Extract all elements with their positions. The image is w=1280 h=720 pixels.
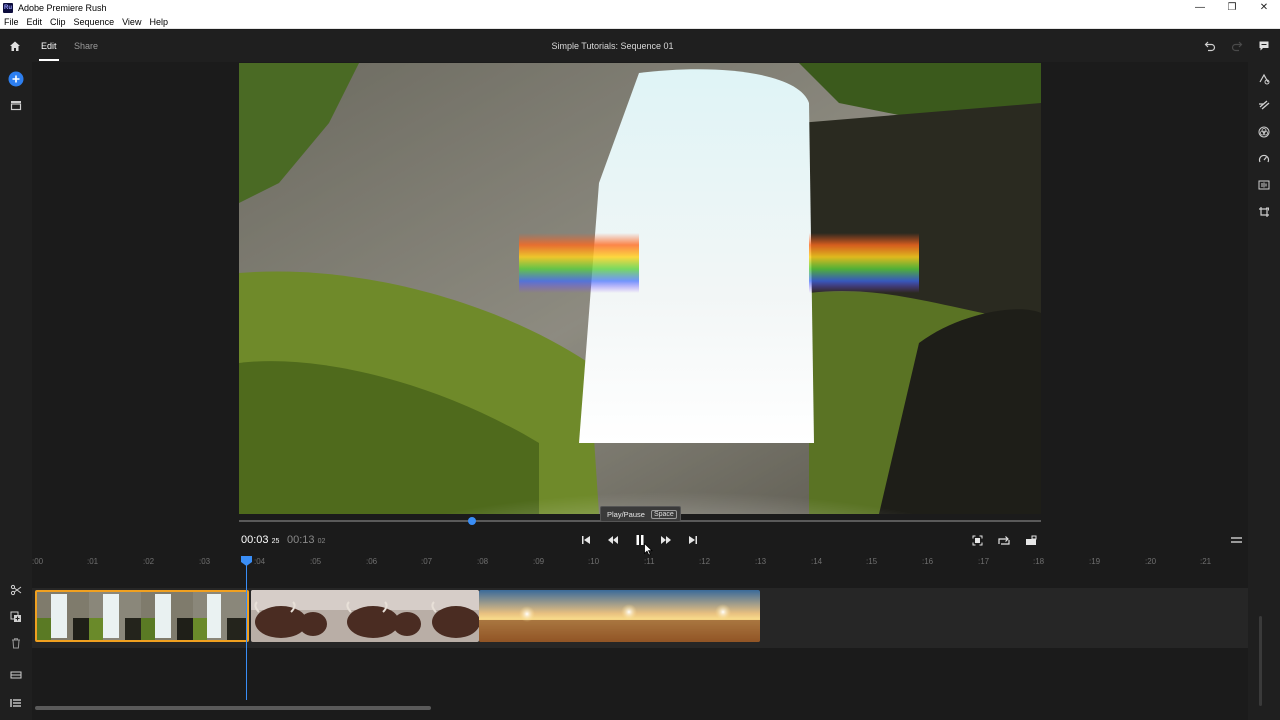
playhead-line xyxy=(246,563,247,700)
ruler-tick: :13 xyxy=(755,557,767,566)
tooltip-shortcut: Space xyxy=(650,509,677,519)
transform-icon[interactable] xyxy=(1255,203,1273,221)
redo-icon[interactable] xyxy=(1228,37,1246,55)
ruler-tick: :15 xyxy=(866,557,878,566)
app-logo-icon: Ru xyxy=(3,2,13,13)
ruler-tick: :11 xyxy=(644,557,655,566)
ruler-tick: :14 xyxy=(811,557,823,566)
add-media-icon[interactable] xyxy=(7,70,25,88)
project-panel-icon[interactable] xyxy=(7,96,25,114)
ruler-tick: :20 xyxy=(1145,557,1157,566)
skip-to-start-icon[interactable] xyxy=(578,532,594,548)
duration-value: 00:13 xyxy=(287,534,315,546)
ruler-tick: :02 xyxy=(143,557,155,566)
ruler-tick: :21 xyxy=(1200,557,1212,566)
sequence-title: Simple Tutorials: Sequence 01 xyxy=(551,41,674,51)
menu-clip[interactable]: Clip xyxy=(46,17,70,27)
current-time-value: 00:03 xyxy=(241,534,269,546)
clip-sunrise-clouds[interactable] xyxy=(479,590,760,642)
scrubber-handle[interactable] xyxy=(467,517,476,525)
fit-icon[interactable] xyxy=(969,532,985,548)
transitions-icon[interactable] xyxy=(1255,96,1273,114)
split-icon[interactable] xyxy=(7,581,25,599)
menu-sequence[interactable]: Sequence xyxy=(70,17,119,27)
left-toolbar xyxy=(0,62,32,720)
ruler-tick: :19 xyxy=(1089,557,1101,566)
app-topbar: Edit Share Simple Tutorials: Sequence 01 xyxy=(0,30,1280,62)
delete-icon[interactable] xyxy=(7,634,25,652)
rewind-icon[interactable] xyxy=(605,532,621,548)
ruler-tick: :06 xyxy=(366,557,378,566)
ruler-tick: :08 xyxy=(477,557,489,566)
ruler-tick: :01 xyxy=(87,557,99,566)
tooltip-label: Play/Pause xyxy=(607,509,645,519)
duration-frames: 02 xyxy=(317,538,326,545)
track-options-icon[interactable] xyxy=(7,666,25,684)
undo-icon[interactable] xyxy=(1201,37,1219,55)
ruler-tick: :00 xyxy=(32,557,44,566)
ruler-tick: :03 xyxy=(199,557,211,566)
menu-edit[interactable]: Edit xyxy=(23,17,47,27)
menu-view[interactable]: View xyxy=(118,17,145,27)
duration-time: 00:13 02 xyxy=(287,534,325,546)
play-pause-tooltip: Play/Pause Space xyxy=(600,506,681,522)
speed-icon[interactable] xyxy=(1255,150,1273,168)
right-toolbar xyxy=(1248,62,1280,720)
current-time-frames: 25 xyxy=(271,538,280,545)
aspect-icon[interactable] xyxy=(1023,532,1039,548)
timeline-ruler[interactable]: :00 :01 :02 :03 :04 :05 :06 :07 :08 :09 … xyxy=(32,553,1248,573)
duplicate-icon[interactable] xyxy=(7,608,25,626)
window-title: Adobe Premiere Rush xyxy=(18,2,107,13)
skip-to-end-icon[interactable] xyxy=(685,532,701,548)
titles-icon[interactable] xyxy=(1255,70,1273,88)
rotate-icon[interactable] xyxy=(996,532,1012,548)
restore-icon[interactable]: ❐ xyxy=(1216,0,1248,15)
menu-bar: File Edit Clip Sequence View Help xyxy=(0,15,1280,29)
fast-forward-icon[interactable] xyxy=(658,532,674,548)
window-titlebar: Ru Adobe Premiere Rush — ❐ ✕ xyxy=(0,0,1280,15)
ruler-tick: :04 xyxy=(254,557,266,566)
current-time: 00:03 25 xyxy=(241,534,279,546)
track-list-icon[interactable] xyxy=(7,694,25,712)
timeline-horizontal-scrollbar[interactable] xyxy=(35,706,431,710)
ruler-tick: :17 xyxy=(978,557,990,566)
ruler-tick: :07 xyxy=(421,557,433,566)
menu-help[interactable]: Help xyxy=(145,17,172,27)
ruler-tick: :09 xyxy=(533,557,545,566)
timeline-vertical-scrollbar[interactable] xyxy=(1259,616,1262,706)
menu-file[interactable]: File xyxy=(0,17,23,27)
clip-waterfall[interactable] xyxy=(35,590,249,642)
color-icon[interactable] xyxy=(1255,123,1273,141)
minimize-icon[interactable]: — xyxy=(1184,0,1216,15)
comment-icon[interactable] xyxy=(1255,37,1273,55)
ruler-tick: :12 xyxy=(699,557,711,566)
ruler-tick: :16 xyxy=(922,557,934,566)
clip-highland-cattle[interactable] xyxy=(251,590,479,642)
ruler-tick: :18 xyxy=(1033,557,1045,566)
hamburger-icon[interactable] xyxy=(1228,532,1244,548)
video-preview[interactable] xyxy=(239,63,1041,514)
audio-icon[interactable] xyxy=(1255,176,1273,194)
close-icon[interactable]: ✕ xyxy=(1248,0,1280,15)
ruler-tick: :10 xyxy=(588,557,600,566)
ruler-tick: :05 xyxy=(310,557,322,566)
